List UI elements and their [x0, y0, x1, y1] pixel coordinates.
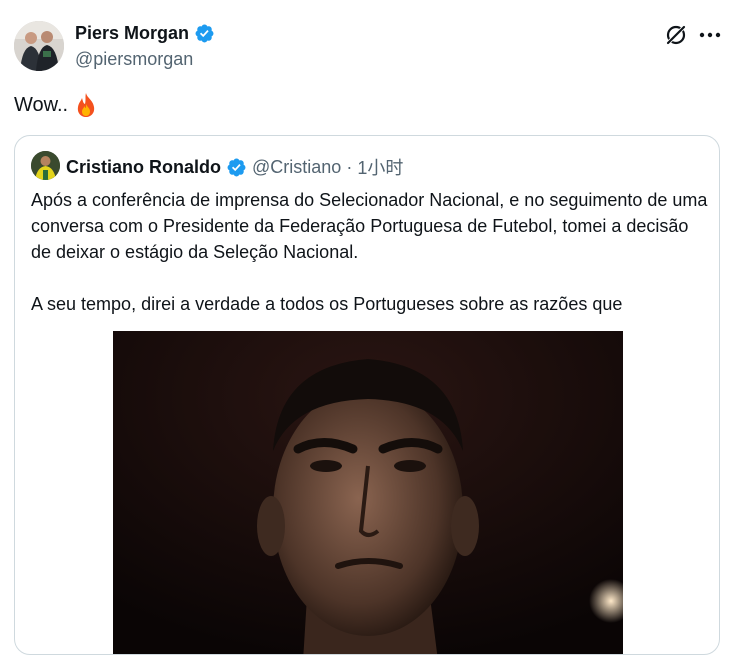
author-name-row[interactable]: Piers Morgan	[75, 23, 215, 44]
grok-icon[interactable]	[663, 22, 689, 48]
verified-badge-icon	[227, 158, 246, 176]
quoted-paragraph-1: Após a conferência de imprensa do Seleci…	[31, 190, 708, 262]
header-separator: ·	[346, 156, 353, 177]
tweet-text: Wow..	[14, 92, 98, 118]
quoted-author-avatar[interactable]	[31, 151, 60, 180]
more-options-icon[interactable]	[697, 24, 723, 46]
quoted-paragraph-2: A seu tempo, direi a verdade a todos os …	[31, 294, 623, 314]
quoted-timestamp[interactable]: 1小时	[357, 154, 403, 180]
verified-badge-icon	[195, 24, 214, 43]
author-name[interactable]: Piers Morgan	[75, 23, 189, 44]
author-avatar[interactable]	[14, 21, 64, 71]
quoted-author-handle[interactable]: @Cristiano	[252, 157, 341, 178]
tweet-body: Wow..	[14, 93, 69, 116]
fire-icon	[77, 93, 95, 117]
quoted-tweet-card[interactable]: Cristiano Ronaldo @Cristiano · 1小时 Após …	[14, 135, 720, 655]
quoted-author-name[interactable]: Cristiano Ronaldo	[66, 157, 221, 178]
author-handle[interactable]: @piersmorgan	[75, 49, 193, 70]
quoted-media-image[interactable]	[113, 331, 623, 654]
quoted-header: Cristiano Ronaldo @Cristiano · 1小时	[66, 154, 403, 180]
quoted-text: Após a conferência de imprensa do Seleci…	[31, 187, 711, 317]
